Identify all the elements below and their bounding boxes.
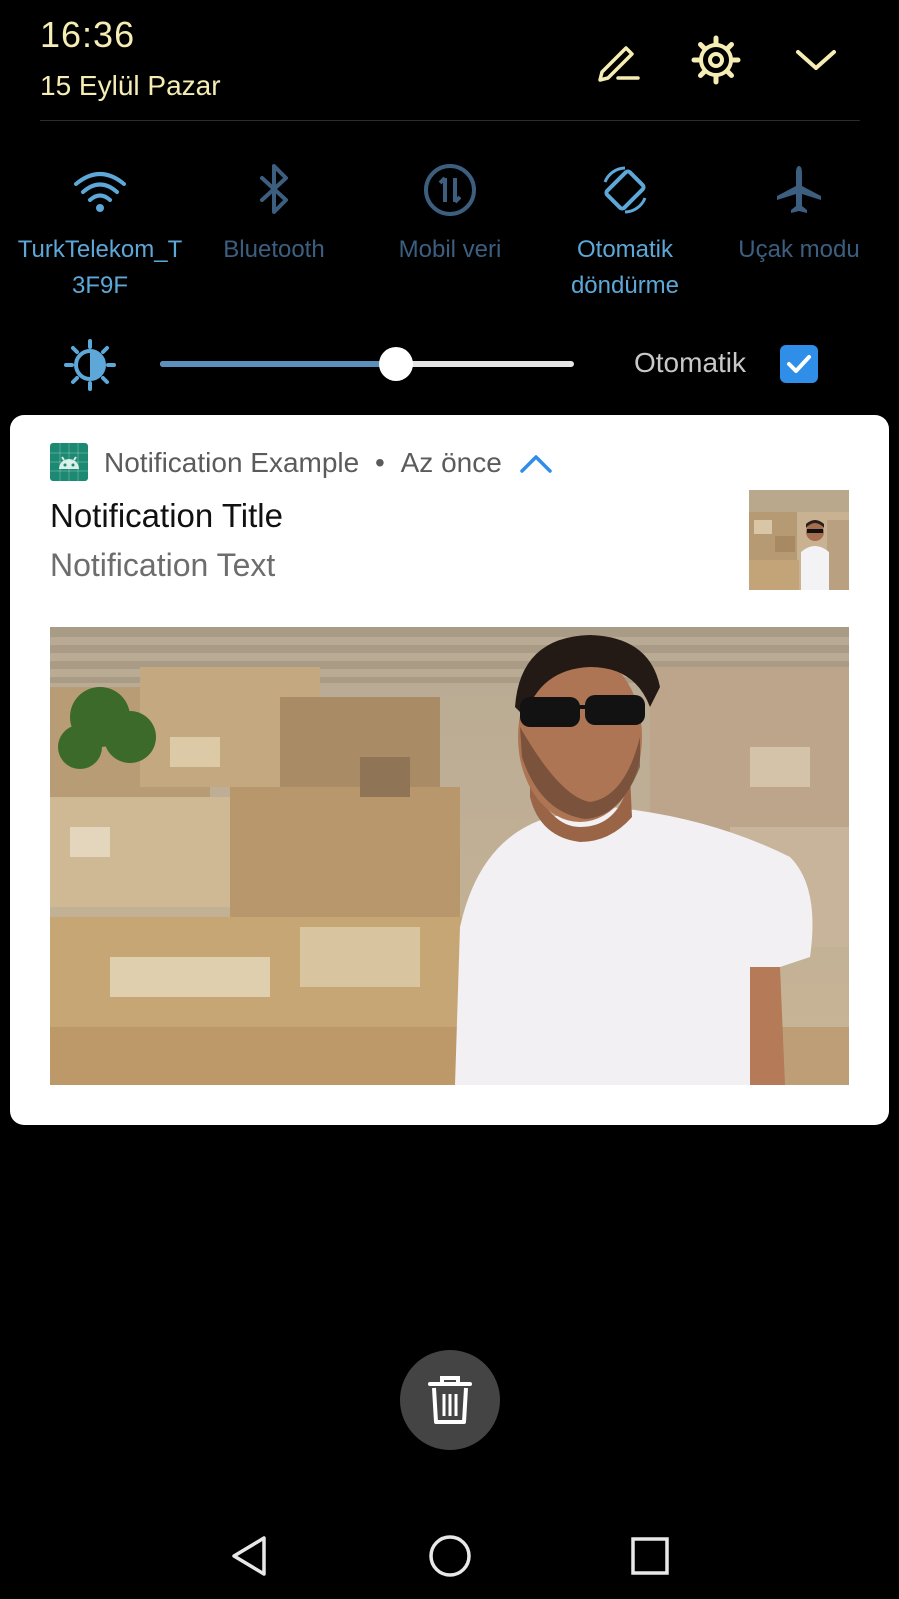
tile-auto-rotate[interactable]: Otomatik döndürme xyxy=(537,160,713,304)
notification-thumbnail-photo xyxy=(749,490,849,590)
brightness-slider[interactable] xyxy=(160,347,574,381)
tile-auto-rotate-label-2: döndürme xyxy=(570,272,680,299)
clock-time: 16:36 xyxy=(40,14,136,55)
bluetooth-icon xyxy=(244,160,304,220)
airplane-icon xyxy=(769,160,829,220)
clear-all-button[interactable] xyxy=(400,1350,500,1450)
mobile-data-icon xyxy=(420,160,480,220)
tile-wifi[interactable]: TurkTelekom_T 3F9F xyxy=(12,160,188,304)
notification-card[interactable]: Notification Example • Az önce Notificat… xyxy=(10,415,889,1125)
auto-rotate-icon xyxy=(595,160,655,220)
collapse-notification-chevron-icon[interactable] xyxy=(518,449,554,477)
tile-mobile-data[interactable]: Mobil veri xyxy=(362,160,538,268)
recents-icon[interactable] xyxy=(624,1530,676,1582)
settings-icon[interactable] xyxy=(690,34,742,86)
tile-bluetooth-label: Bluetooth xyxy=(223,236,325,263)
brightness-slider-fill xyxy=(160,361,396,367)
back-icon[interactable] xyxy=(224,1530,276,1582)
app-name: Notification Example xyxy=(104,446,360,478)
brightness-icon xyxy=(64,339,116,391)
trash-icon xyxy=(428,1376,472,1424)
tile-bluetooth[interactable]: Bluetooth xyxy=(186,160,362,268)
tile-wifi-label-2: 3F9F xyxy=(71,272,128,299)
tile-mobile-data-label: Mobil veri xyxy=(398,236,502,263)
brightness-slider-thumb[interactable] xyxy=(378,347,413,381)
date-label: 15 Eylül Pazar xyxy=(40,70,221,101)
notification-text: Notification Text xyxy=(50,547,276,583)
home-icon[interactable] xyxy=(424,1530,476,1582)
status-header: 16:36 15 Eylül Pazar xyxy=(0,0,899,120)
header-divider xyxy=(40,120,860,121)
tile-auto-rotate-label-1: Otomatik xyxy=(576,236,674,263)
notification-time: Az önce xyxy=(400,446,502,478)
notification-big-picture xyxy=(50,627,849,1085)
tile-airplane-label: Uçak modu xyxy=(738,236,860,263)
quick-settings-tiles: TurkTelekom_T 3F9F Bluetooth Mobil veri xyxy=(0,160,899,320)
tile-airplane[interactable]: Uçak modu xyxy=(711,160,887,268)
notification-header: Notification Example • Az önce xyxy=(104,445,554,479)
auto-brightness-label: Otomatik xyxy=(634,347,747,378)
brightness-row: Otomatik xyxy=(0,335,899,395)
android-app-icon xyxy=(50,443,88,481)
edit-icon[interactable] xyxy=(592,34,644,86)
header-separator: • xyxy=(375,446,385,478)
checkmark-icon xyxy=(787,355,811,373)
tile-wifi-label-1: TurkTelekom_T xyxy=(17,236,183,263)
wifi-icon xyxy=(70,160,130,220)
navigation-bar xyxy=(0,1520,899,1590)
auto-brightness-checkbox[interactable] xyxy=(780,345,818,383)
collapse-chevron-icon[interactable] xyxy=(790,34,842,86)
notification-title: Notification Title xyxy=(50,497,283,534)
